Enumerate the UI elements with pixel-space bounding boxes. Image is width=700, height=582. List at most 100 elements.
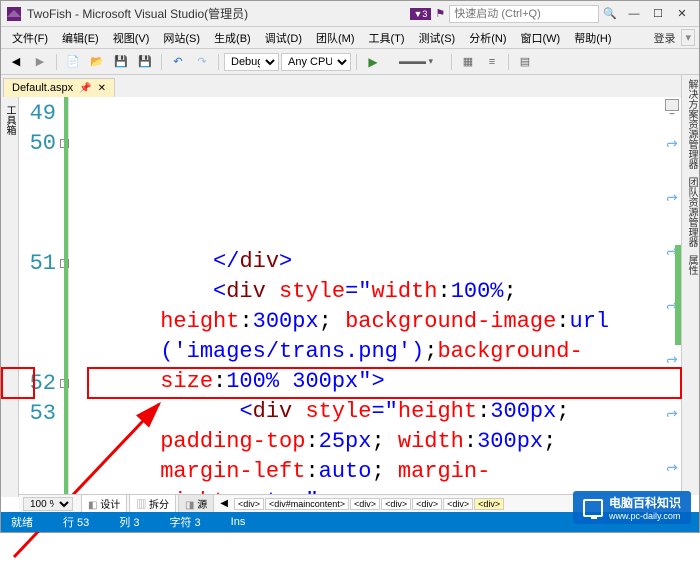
- close-button[interactable]: ✕: [671, 5, 693, 23]
- code-area[interactable]: — ↩ ↩ ↩ ↩ ↩ ↩ ↩ </div> <div style="width…: [69, 97, 681, 494]
- sign-in-link[interactable]: 登录: [653, 30, 675, 46]
- code-line[interactable]: size:100% 300px">: [81, 367, 681, 397]
- code-line[interactable]: <div style="width:100%;: [81, 277, 681, 307]
- zoom-combo[interactable]: 100 %: [23, 497, 73, 511]
- line-number: [19, 459, 68, 489]
- status-char: 字符 3: [169, 514, 200, 530]
- view-design-button[interactable]: ◧ 设计: [81, 494, 127, 513]
- indicator-arrow-icon: ↩: [666, 451, 678, 481]
- breadcrumb-item[interactable]: <div>: [350, 498, 380, 510]
- line-number-gutter: 4950−51−52−53: [19, 97, 69, 494]
- right-tool-rail: 解决方案资源管理器 团队资源管理器 属性: [681, 75, 699, 495]
- editor-footer: 100 % ◧ 设计 ▥ 拆分 ◨ 源 ◀ <div><div#maincont…: [19, 494, 681, 512]
- view-split-button[interactable]: ▥ 拆分: [129, 494, 176, 513]
- line-number: [19, 189, 68, 219]
- fold-icon[interactable]: −: [60, 379, 69, 388]
- code-line[interactable]: <div style="height:300px;: [81, 397, 681, 427]
- solution-explorer-tab[interactable]: 解决方案资源管理器: [682, 75, 700, 173]
- line-number: 51−: [19, 249, 68, 279]
- line-number: [19, 339, 68, 369]
- menu-item[interactable]: 帮助(H): [567, 27, 618, 49]
- new-file-button[interactable]: 📄: [62, 52, 84, 72]
- document-tabs: Default.aspx 📌 ✕: [1, 75, 699, 97]
- platform-combo[interactable]: Any CPU: [281, 53, 351, 71]
- element-breadcrumb: <div><div#maincontent><div><div><div><di…: [234, 498, 648, 510]
- menu-item[interactable]: 网站(S): [156, 27, 207, 49]
- save-all-button[interactable]: 💾: [134, 52, 156, 72]
- code-line[interactable]: right:auto;">: [81, 487, 681, 494]
- toolbar: ◀ ▶ 📄 📂 💾 💾 ↶ ↷ Debug Any CPU ▶ ▬▬▬ ▾ ▦ …: [1, 49, 699, 75]
- minimize-button[interactable]: —: [623, 5, 645, 23]
- user-dropdown-icon[interactable]: ▾: [681, 29, 695, 46]
- code-line[interactable]: height:300px; background-image:url: [81, 307, 681, 337]
- left-tool-rail: 工具箱: [1, 97, 19, 497]
- menu-bar: 文件(F)编辑(E)视图(V)网站(S)生成(B)调试(D)团队(M)工具(T)…: [1, 27, 699, 49]
- menu-item[interactable]: 编辑(E): [55, 27, 106, 49]
- breadcrumb-scroll-right[interactable]: ▶: [650, 498, 666, 509]
- team-explorer-tab[interactable]: 团队资源管理器: [682, 173, 700, 251]
- flag-icon[interactable]: ⚑: [435, 7, 445, 20]
- undo-button[interactable]: ↶: [167, 52, 189, 72]
- tb-icon-1[interactable]: ▦: [457, 52, 479, 72]
- menu-item[interactable]: 文件(F): [5, 27, 55, 49]
- menu-item[interactable]: 调试(D): [258, 27, 309, 49]
- menu-item[interactable]: 分析(N): [462, 27, 513, 49]
- menu-item[interactable]: 视图(V): [106, 27, 157, 49]
- maximize-button[interactable]: ☐: [647, 5, 669, 23]
- breadcrumb-item[interactable]: <div>: [474, 498, 504, 510]
- menu-item[interactable]: 窗口(W): [514, 27, 568, 49]
- tab-label: Default.aspx: [12, 82, 73, 94]
- status-line: 行 53: [63, 514, 89, 530]
- line-number: 50−: [19, 129, 68, 159]
- tb-icon-3[interactable]: ▤: [514, 52, 536, 72]
- vs-logo-icon: [7, 7, 21, 21]
- config-combo[interactable]: Debug: [224, 53, 279, 71]
- code-line[interactable]: margin-left:auto; margin-: [81, 457, 681, 487]
- line-number: 49: [19, 99, 68, 129]
- footer-resize-icon[interactable]: ▣: [668, 498, 677, 509]
- fold-icon[interactable]: −: [60, 139, 69, 148]
- breadcrumb-item[interactable]: <div>: [381, 498, 411, 510]
- breadcrumb-scroll-left[interactable]: ◀: [216, 498, 232, 509]
- line-number: [19, 219, 68, 249]
- search-icon[interactable]: 🔍: [603, 7, 617, 20]
- tb-icon-2[interactable]: ≡: [481, 52, 503, 72]
- open-file-button[interactable]: 📂: [86, 52, 108, 72]
- change-indicator-icon: [675, 245, 681, 345]
- code-editor[interactable]: 4950−51−52−53 — ↩ ↩ ↩ ↩ ↩ ↩ ↩ </div> <di…: [19, 97, 681, 494]
- nav-back-button[interactable]: ◀: [5, 52, 27, 72]
- breadcrumb-item[interactable]: <div>: [234, 498, 264, 510]
- properties-tab[interactable]: 属性: [682, 251, 700, 279]
- line-number: 53: [19, 399, 68, 429]
- menu-item[interactable]: 团队(M): [309, 27, 362, 49]
- redo-button[interactable]: ↷: [191, 52, 213, 72]
- code-line[interactable]: </div>: [81, 247, 681, 277]
- browser-dropdown[interactable]: ▬▬▬ ▾: [386, 52, 446, 72]
- document-tab-active[interactable]: Default.aspx 📌 ✕: [3, 78, 115, 97]
- line-number: [19, 279, 68, 309]
- menu-item[interactable]: 测试(S): [412, 27, 463, 49]
- pin-icon[interactable]: 📌: [79, 83, 91, 94]
- code-line[interactable]: padding-top:25px; width:300px;: [81, 427, 681, 457]
- toolbox-tab[interactable]: 工具箱: [0, 101, 19, 139]
- start-debug-button[interactable]: ▶: [362, 52, 384, 72]
- indicator-arrow-icon: ↩: [666, 181, 678, 211]
- indicator-arrow-icon: ↩: [666, 343, 678, 373]
- menu-item[interactable]: 工具(T): [362, 27, 412, 49]
- notification-badge[interactable]: ▼3: [410, 8, 432, 20]
- window-title: TwoFish - Microsoft Visual Studio(管理员): [27, 5, 410, 22]
- code-line[interactable]: ('images/trans.png');background-: [81, 337, 681, 367]
- menu-item[interactable]: 生成(B): [207, 27, 258, 49]
- gutter-highlight-annotation: [1, 367, 35, 399]
- breadcrumb-item[interactable]: <div>: [412, 498, 442, 510]
- nav-forward-button[interactable]: ▶: [29, 52, 51, 72]
- breadcrumb-item[interactable]: <div#maincontent>: [265, 498, 349, 510]
- save-button[interactable]: 💾: [110, 52, 132, 72]
- view-source-button[interactable]: ◨ 源: [178, 494, 214, 513]
- status-ins: Ins: [231, 516, 246, 528]
- line-number: [19, 309, 68, 339]
- fold-icon[interactable]: −: [60, 259, 69, 268]
- breadcrumb-item[interactable]: <div>: [443, 498, 473, 510]
- quick-launch-input[interactable]: [449, 5, 599, 23]
- tab-close-icon[interactable]: ✕: [98, 83, 106, 94]
